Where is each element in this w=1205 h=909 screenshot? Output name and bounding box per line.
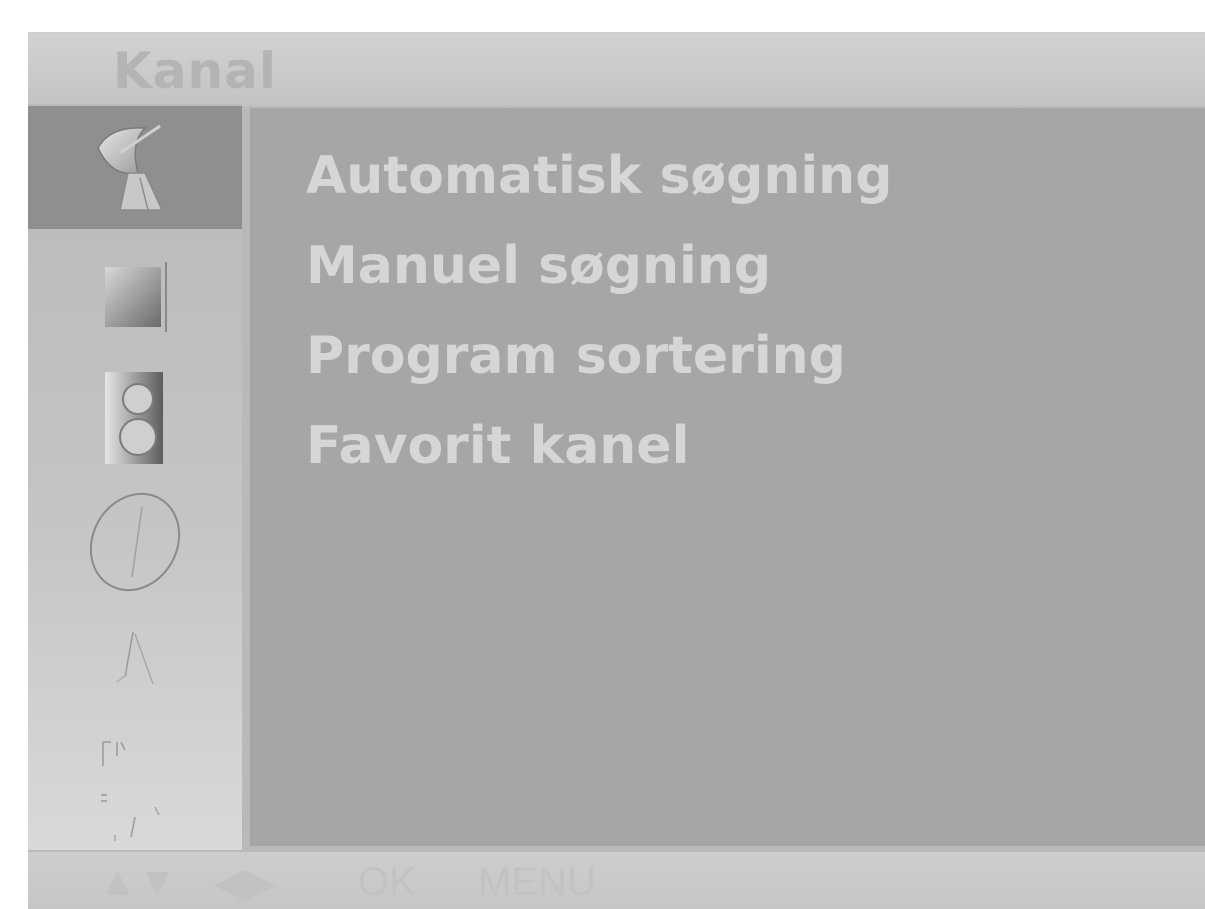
menu-item-auto-search[interactable]: Automatisk søgning — [306, 146, 892, 206]
input-source-icon — [102, 741, 126, 766]
osd-menu-window: Kanal Automatisk søgning Manuel søgning … — [28, 32, 1205, 909]
sidebar-item-picture[interactable] — [28, 242, 242, 352]
sidebar-item-input[interactable] — [28, 722, 242, 782]
lock-icon — [101, 794, 160, 841]
sidebar-item-channel[interactable] — [28, 106, 242, 229]
submenu-panel: Automatisk søgning Manuel søgning Progra… — [250, 108, 1205, 846]
sidebar-item-sound[interactable] — [28, 362, 242, 472]
leftright-arrows-icon: ◀▶ — [214, 861, 276, 905]
clock-icon — [89, 492, 181, 592]
ok-hint: OK — [358, 860, 416, 904]
menu-item-program-sort[interactable]: Program sortering — [306, 326, 846, 386]
menu-item-favorite-channel[interactable]: Favorit kanel — [306, 416, 689, 476]
title-bar: Kanal — [28, 32, 1205, 106]
setup-triangle-icon — [116, 631, 154, 685]
sidebar-item-time[interactable] — [28, 482, 242, 602]
menu-item-manual-search[interactable]: Manuel søgning — [306, 236, 771, 296]
picture-icon — [105, 262, 167, 332]
menu-hint: MENU — [478, 860, 596, 904]
menu-title: Kanal — [113, 42, 277, 100]
sound-speaker-icon — [105, 372, 163, 464]
category-sidebar — [28, 104, 242, 850]
satellite-dish-icon — [97, 124, 164, 211]
updown-arrows-icon: ▲▼ — [98, 860, 178, 904]
sidebar-item-setup[interactable] — [28, 612, 242, 712]
sidebar-item-lock[interactable] — [28, 784, 242, 850]
key-hint-bar: ▲▼ ◀▶ OK MENU — [28, 852, 1205, 909]
